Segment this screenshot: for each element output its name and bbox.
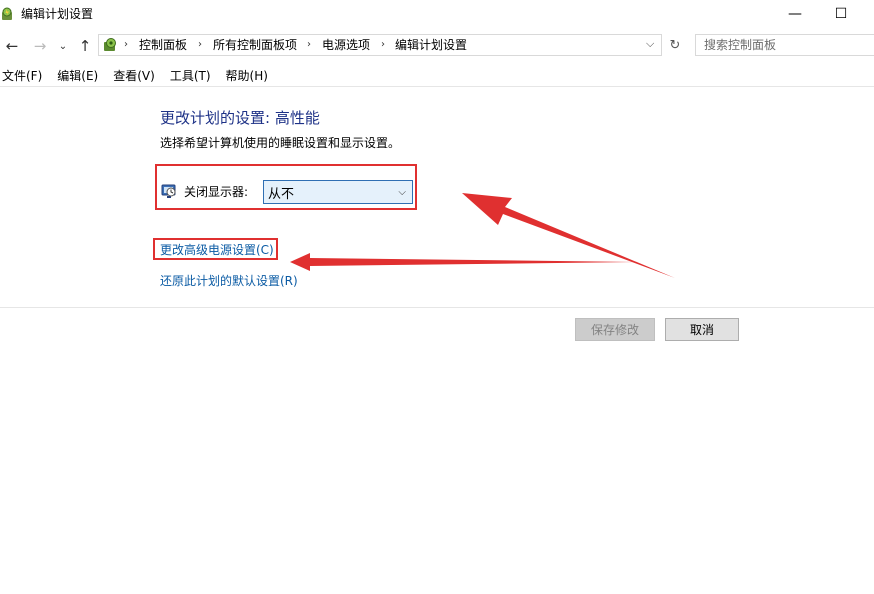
menu-tools[interactable]: 工具(T) xyxy=(168,66,213,86)
breadcrumb-separator: › xyxy=(307,39,311,50)
menu-file[interactable]: 文件(F) xyxy=(0,66,44,86)
menu-divider xyxy=(0,86,874,87)
forward-button[interactable]: → xyxy=(30,36,50,56)
breadcrumb-separator: › xyxy=(124,39,128,50)
annotation-arrow-display xyxy=(462,193,675,278)
address-dropdown-icon[interactable]: ⌵ xyxy=(646,37,654,51)
control-panel-icon xyxy=(104,38,116,51)
menu-bar: 文件(F) 编辑(E) 查看(V) 工具(T) 帮助(H) xyxy=(0,66,281,86)
save-changes-button[interactable]: 保存修改 xyxy=(575,318,655,341)
search-box[interactable] xyxy=(695,34,874,56)
annotation-arrows xyxy=(290,193,675,278)
title-bar xyxy=(0,0,874,28)
display-off-label: 关闭显示器: xyxy=(184,185,249,199)
menu-edit[interactable]: 编辑(E) xyxy=(55,66,100,86)
cancel-button[interactable]: 取消 xyxy=(665,318,739,341)
breadcrumb-edit-plan[interactable]: 编辑计划设置 xyxy=(395,37,467,53)
annotation-arrow-advanced xyxy=(290,253,640,271)
display-monitor-icon xyxy=(161,184,176,198)
page-description: 选择希望计算机使用的睡眠设置和显示设置。 xyxy=(160,136,401,150)
maximize-button[interactable]: ☐ xyxy=(818,0,864,28)
power-options-icon xyxy=(2,7,12,20)
search-input[interactable] xyxy=(696,35,874,55)
recent-locations-button[interactable]: ⌄ xyxy=(56,36,70,56)
breadcrumb-separator: › xyxy=(381,39,385,50)
refresh-button[interactable]: ↻ xyxy=(665,34,685,56)
menu-help[interactable]: 帮助(H) xyxy=(224,66,270,86)
minimize-button[interactable]: — xyxy=(772,0,818,28)
up-button[interactable]: ↑ xyxy=(75,36,95,56)
restore-defaults-link[interactable]: 还原此计划的默认设置(R) xyxy=(160,273,298,289)
display-off-value: 从不 xyxy=(268,186,295,202)
breadcrumb-all-items[interactable]: 所有控制面板项 xyxy=(213,37,297,53)
menu-view[interactable]: 查看(V) xyxy=(111,66,157,86)
breadcrumb-control-panel[interactable]: 控制面板 xyxy=(139,37,187,53)
breadcrumb-power-options[interactable]: 电源选项 xyxy=(322,37,370,53)
advanced-power-settings-link[interactable]: 更改高级电源设置(C) xyxy=(160,242,274,258)
back-button[interactable]: ← xyxy=(2,36,22,56)
content-divider xyxy=(0,307,874,308)
window-title: 编辑计划设置 xyxy=(21,7,94,21)
chevron-down-icon: ⌵ xyxy=(398,186,406,198)
breadcrumb-separator: › xyxy=(198,39,202,50)
page-title: 更改计划的设置: 高性能 xyxy=(160,109,320,127)
display-off-dropdown[interactable]: 从不 ⌵ xyxy=(263,180,413,204)
